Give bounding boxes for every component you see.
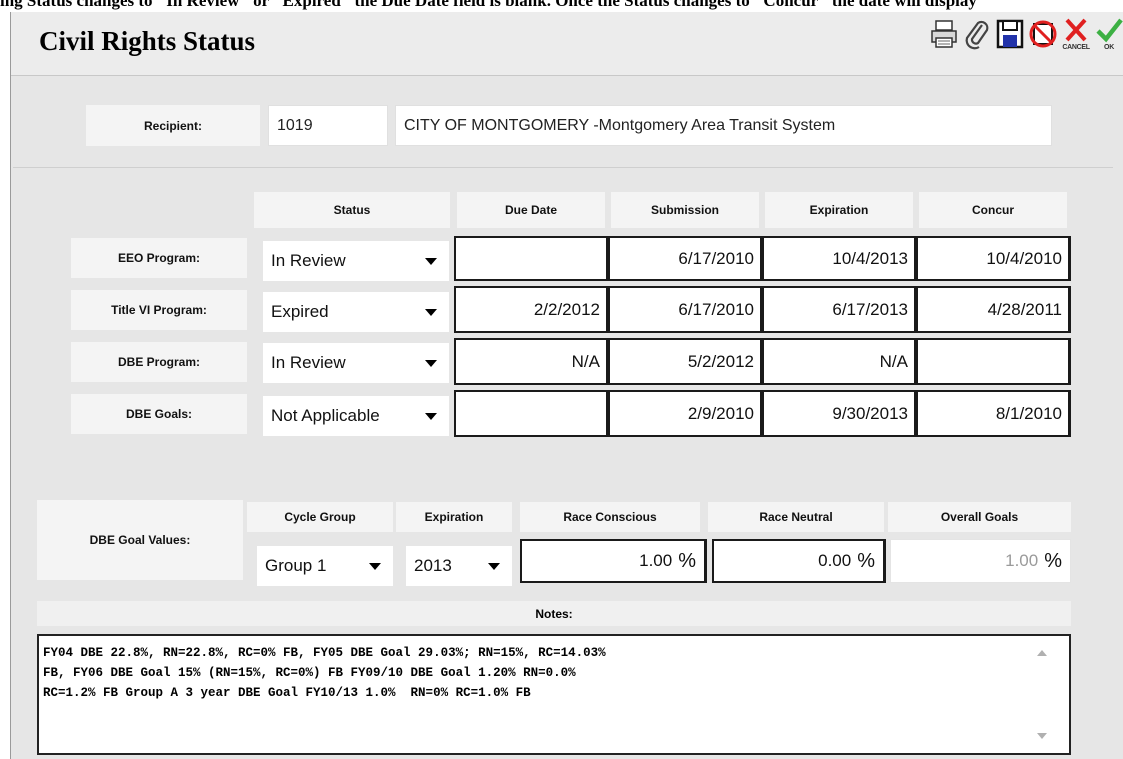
title-vi-status-select[interactable]: Expired [263, 292, 449, 332]
race-conscious-field[interactable]: 1.00% [520, 539, 707, 583]
dbe-goals-expiration-field[interactable]: 9/30/2013 [762, 390, 917, 437]
eeo-status-value: In Review [271, 251, 346, 270]
section-divider [13, 167, 1113, 168]
race-conscious-header: Race Conscious [520, 502, 700, 532]
print-button[interactable] [929, 14, 959, 54]
dbe-goals-status-select[interactable]: Not Applicable [263, 396, 449, 436]
dbe-goals-concur-field[interactable]: 8/1/2010 [916, 390, 1071, 437]
ok-button[interactable]: OK [1094, 14, 1123, 54]
title-vi-submission-field[interactable]: 6/17/2010 [608, 286, 763, 333]
dbe-program-concur-field[interactable] [916, 338, 1071, 385]
chevron-down-icon [425, 258, 437, 265]
overall-goals-unit: % [1044, 549, 1062, 572]
column-header-submission: Submission [611, 192, 759, 228]
cycle-group-value: Group 1 [265, 556, 327, 575]
dbe-goal-values-label: DBE Goal Values: [37, 500, 243, 580]
title-vi-concur-field[interactable]: 4/28/2011 [916, 286, 1071, 333]
ok-label: OK [1104, 44, 1114, 51]
cancel-button[interactable]: CANCEL [1061, 14, 1091, 54]
chevron-down-icon [488, 563, 500, 570]
dbe-goals-label: DBE Goals: [71, 394, 247, 434]
column-header-concur: Concur [919, 192, 1067, 228]
eeo-expiration-field[interactable]: 10/4/2013 [762, 236, 917, 281]
notes-textarea[interactable]: FY04 DBE 22.8%, RN=22.8%, RC=0% FB, FY05… [37, 634, 1071, 755]
goal-expiration-header: Expiration [396, 502, 512, 532]
dbe-goals-status-value: Not Applicable [271, 406, 380, 425]
goal-expiration-select[interactable]: 2013 [406, 546, 512, 586]
eeo-concur-field[interactable]: 10/4/2010 [916, 236, 1071, 281]
cycle-group-header: Cycle Group [247, 502, 393, 532]
title-vi-status-value: Expired [271, 302, 329, 321]
dbe-program-due-date-field[interactable]: N/A [454, 338, 609, 385]
paperclip-icon [965, 20, 989, 50]
race-neutral-field[interactable]: 0.00% [712, 539, 886, 583]
column-header-expiration: Expiration [765, 192, 913, 228]
save-button[interactable] [995, 14, 1025, 54]
title-vi-due-date-field[interactable]: 2/2/2012 [454, 286, 609, 333]
eeo-program-label: EEO Program: [71, 238, 247, 278]
goal-expiration-value: 2013 [414, 556, 452, 575]
cancel-icon [1065, 18, 1087, 42]
chevron-down-icon [369, 563, 381, 570]
overall-goals-header: Overall Goals [888, 502, 1071, 532]
save-icon [996, 19, 1024, 49]
dbe-program-status-select[interactable]: In Review [263, 343, 449, 383]
dbe-program-label: DBE Program: [71, 342, 247, 382]
recipient-name-field[interactable]: CITY OF MONTGOMERY -Montgomery Area Tran… [395, 105, 1052, 146]
title-bar: Civil Rights Status CANCEL OK [11, 12, 1123, 76]
chevron-down-icon [425, 309, 437, 316]
chevron-down-icon [425, 360, 437, 367]
race-neutral-header: Race Neutral [708, 502, 884, 532]
attach-button[interactable] [962, 14, 992, 54]
recipient-id-field[interactable]: 1019 [268, 105, 388, 146]
race-conscious-unit: % [678, 549, 696, 572]
scroll-up-arrow-icon[interactable] [1037, 650, 1047, 656]
eeo-submission-field[interactable]: 6/17/2010 [608, 236, 763, 281]
notes-text: FY04 DBE 22.8%, RN=22.8%, RC=0% FB, FY05… [43, 646, 606, 700]
notes-scrollbar[interactable] [1021, 638, 1067, 751]
dbe-goals-submission-field[interactable]: 2/9/2010 [608, 390, 763, 437]
civil-rights-status-window: Civil Rights Status CANCEL OK Recipient:… [10, 12, 1123, 759]
title-vi-program-label: Title VI Program: [71, 290, 247, 330]
caption-strip: ing Status changes to "In Review" or "Ex… [0, 0, 1123, 12]
printer-icon [931, 20, 957, 48]
eeo-status-select[interactable]: In Review [263, 241, 449, 281]
cancel-label: CANCEL [1062, 44, 1090, 51]
title-vi-expiration-field[interactable]: 6/17/2013 [762, 286, 917, 333]
column-header-due-date: Due Date [457, 192, 605, 228]
window-title: Civil Rights Status [39, 26, 256, 56]
dbe-program-status-value: In Review [271, 353, 346, 372]
eeo-due-date-field[interactable] [454, 236, 609, 281]
scroll-down-arrow-icon[interactable] [1037, 733, 1047, 739]
overall-goals-field: 1.00% [890, 539, 1071, 583]
checkmark-icon [1096, 18, 1123, 43]
caption-text: ing Status changes to "In Review" or "Ex… [0, 0, 977, 10]
dbe-program-expiration-field[interactable]: N/A [762, 338, 917, 385]
race-neutral-value: 0.00 [818, 551, 852, 570]
no-save-icon [1029, 20, 1057, 48]
race-conscious-value: 1.00 [639, 551, 673, 570]
dbe-program-submission-field[interactable]: 5/2/2012 [608, 338, 763, 385]
overall-goals-value: 1.00 [1005, 551, 1039, 570]
chevron-down-icon [425, 413, 437, 420]
toolbar: CANCEL OK [929, 14, 1123, 54]
notes-header: Notes: [37, 601, 1071, 626]
recipient-label: Recipient: [86, 105, 260, 146]
column-header-status: Status [254, 192, 450, 228]
dbe-goals-due-date-field[interactable] [454, 390, 609, 437]
race-neutral-unit: % [857, 549, 875, 572]
cycle-group-select[interactable]: Group 1 [257, 546, 393, 586]
no-save-button[interactable] [1028, 14, 1058, 54]
